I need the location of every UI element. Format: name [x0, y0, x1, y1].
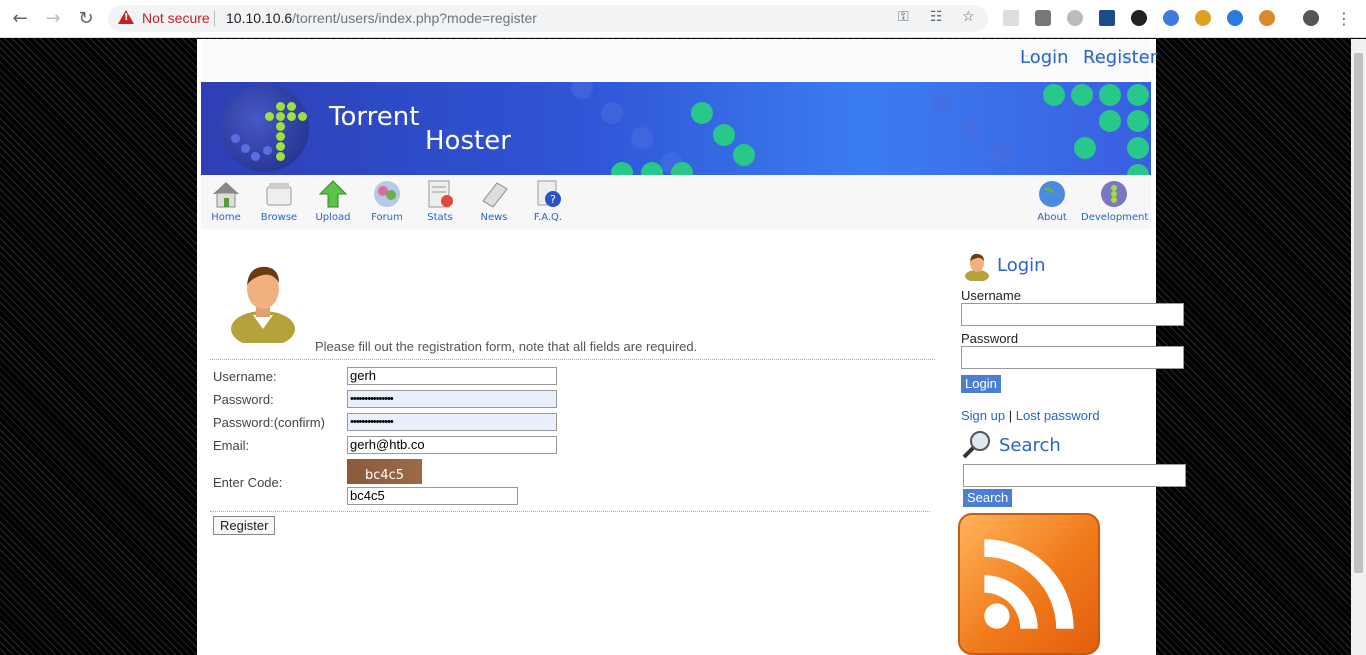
password-confirm-label: Password:(confirm) [213, 415, 325, 430]
upload-icon [318, 180, 348, 208]
key-icon[interactable]: ⚿ [898, 9, 909, 25]
address-bar[interactable]: Not secure 10.10.10.6/torrent/users/inde… [108, 5, 988, 32]
password-confirm-input[interactable]: ••••••••••••••• [347, 413, 557, 431]
translate-icon[interactable]: ☷ [930, 9, 943, 25]
profile-avatar-icon[interactable] [1303, 10, 1319, 26]
login-user-icon [965, 253, 989, 281]
nav-stats[interactable]: Stats [415, 179, 465, 223]
site-logo [221, 84, 309, 172]
nav-label: F.A.Q. [533, 212, 563, 223]
extension-icon[interactable] [1131, 10, 1147, 26]
sidebar-search-button[interactable]: Search [963, 489, 1013, 507]
menu-icon[interactable]: ⋮ [1332, 8, 1356, 30]
browse-icon [266, 183, 292, 206]
register-link-reflection: Register [1083, 52, 1158, 65]
cookie-icon[interactable] [1259, 10, 1275, 26]
link-separator: | [1008, 408, 1013, 423]
nav-forum[interactable]: Forum [362, 179, 412, 223]
page-scrollbar[interactable] [1351, 39, 1366, 655]
sidebar-username-label: Username [961, 288, 1021, 303]
register-button[interactable]: Register [213, 516, 276, 535]
nav-upload[interactable]: Upload [308, 179, 358, 223]
password-input[interactable]: ••••••••••••••• [347, 390, 557, 408]
nav-label: News [480, 212, 508, 223]
username-label: Username: [213, 369, 277, 384]
email-label: Email: [213, 438, 250, 453]
extension-icon[interactable] [1003, 10, 1019, 26]
password-label: Password: [213, 392, 274, 407]
rss-feed-icon[interactable] [958, 513, 1100, 655]
divider [210, 511, 930, 512]
nav-browse[interactable]: Browse [254, 179, 304, 223]
login-link-reflection: Login [1020, 52, 1069, 65]
site-title-line1: Torrent [329, 102, 420, 132]
nav-home[interactable]: Home [201, 179, 251, 223]
captcha-image: bc4c5 [347, 459, 422, 484]
sidebar-search-input[interactable] [963, 464, 1186, 487]
sidebar-password-input[interactable] [961, 346, 1184, 369]
sidebar-login-button[interactable]: Login [961, 375, 1001, 393]
reload-icon[interactable]: ↻ [74, 8, 98, 30]
site-banner: Torrent Hoster [201, 82, 1151, 175]
sidebar-password-label: Password [961, 331, 1019, 346]
home-icon [213, 182, 239, 208]
faq-icon: ? [537, 180, 561, 207]
username-input[interactable]: gerh [347, 367, 557, 385]
form-intro: Please fill out the registration form, n… [315, 339, 698, 354]
code-input[interactable]: bc4c5 [347, 487, 518, 505]
warning-icon [118, 10, 134, 24]
url-separator [214, 10, 215, 26]
search-magnifier-icon [962, 431, 990, 459]
user-avatar-icon [231, 266, 295, 343]
nav-label: Home [211, 212, 241, 223]
camera-icon[interactable] [1035, 10, 1051, 26]
sidebar-search-heading: Search [999, 435, 1061, 456]
url-text[interactable]: 10.10.10.6/torrent/users/index.php?mode=… [226, 10, 537, 26]
browser-toolbar: ← → ↻ Not secure 10.10.10.6/torrent/user… [0, 0, 1366, 38]
email-input[interactable]: gerh@htb.co [347, 436, 557, 454]
divider [210, 359, 935, 360]
site-title-line2: Hoster [425, 126, 511, 156]
news-icon [482, 182, 508, 208]
extension-icon[interactable] [1099, 10, 1115, 26]
nav-label: Development [1081, 212, 1149, 223]
extension-icon[interactable] [1067, 10, 1083, 26]
about-icon [1039, 181, 1065, 207]
sidebar-login-heading: Login [997, 255, 1046, 276]
lost-password-link[interactable]: Lost password [1016, 408, 1100, 423]
back-arrow-icon[interactable]: ← [8, 8, 32, 30]
extension-icon[interactable] [1195, 10, 1211, 26]
page-content: Login Login Register Register Torrent Ho… [197, 39, 1186, 655]
code-label: Enter Code: [213, 475, 283, 490]
nav-label: Upload [315, 212, 351, 223]
nav-label: About [1037, 212, 1067, 223]
sidebar-username-input[interactable] [961, 303, 1184, 326]
top-bar: Login Login Register Register [201, 39, 1157, 81]
forward-arrow-icon[interactable]: → [41, 8, 65, 30]
scrollbar-thumb[interactable] [1354, 53, 1363, 573]
star-icon[interactable]: ☆ [962, 9, 975, 25]
nav-news[interactable]: News [469, 179, 519, 223]
nav-label: Browse [260, 212, 298, 223]
extension-icon[interactable] [1163, 10, 1179, 26]
signup-link[interactable]: Sign up [961, 408, 1005, 423]
account-links: Sign up | Lost password [961, 408, 1100, 423]
nav-about[interactable]: About [1027, 179, 1077, 223]
svg-text:?: ? [550, 193, 556, 206]
nav-development[interactable]: Development [1081, 179, 1149, 223]
main-nav: Home Browse Upload Forum Stats News ? F.… [201, 175, 1151, 229]
nav-label: Stats [427, 212, 453, 223]
url-path: /torrent/users/index.php?mode=register [292, 10, 537, 26]
stats-icon [428, 180, 453, 208]
nav-faq[interactable]: ? F.A.Q. [523, 179, 573, 223]
security-indicator[interactable]: Not secure [142, 10, 210, 26]
development-icon [1101, 181, 1127, 207]
url-host: 10.10.10.6 [226, 10, 293, 26]
forum-icon [374, 181, 400, 207]
extension-icon[interactable] [1227, 10, 1243, 26]
nav-label: Forum [371, 212, 403, 223]
